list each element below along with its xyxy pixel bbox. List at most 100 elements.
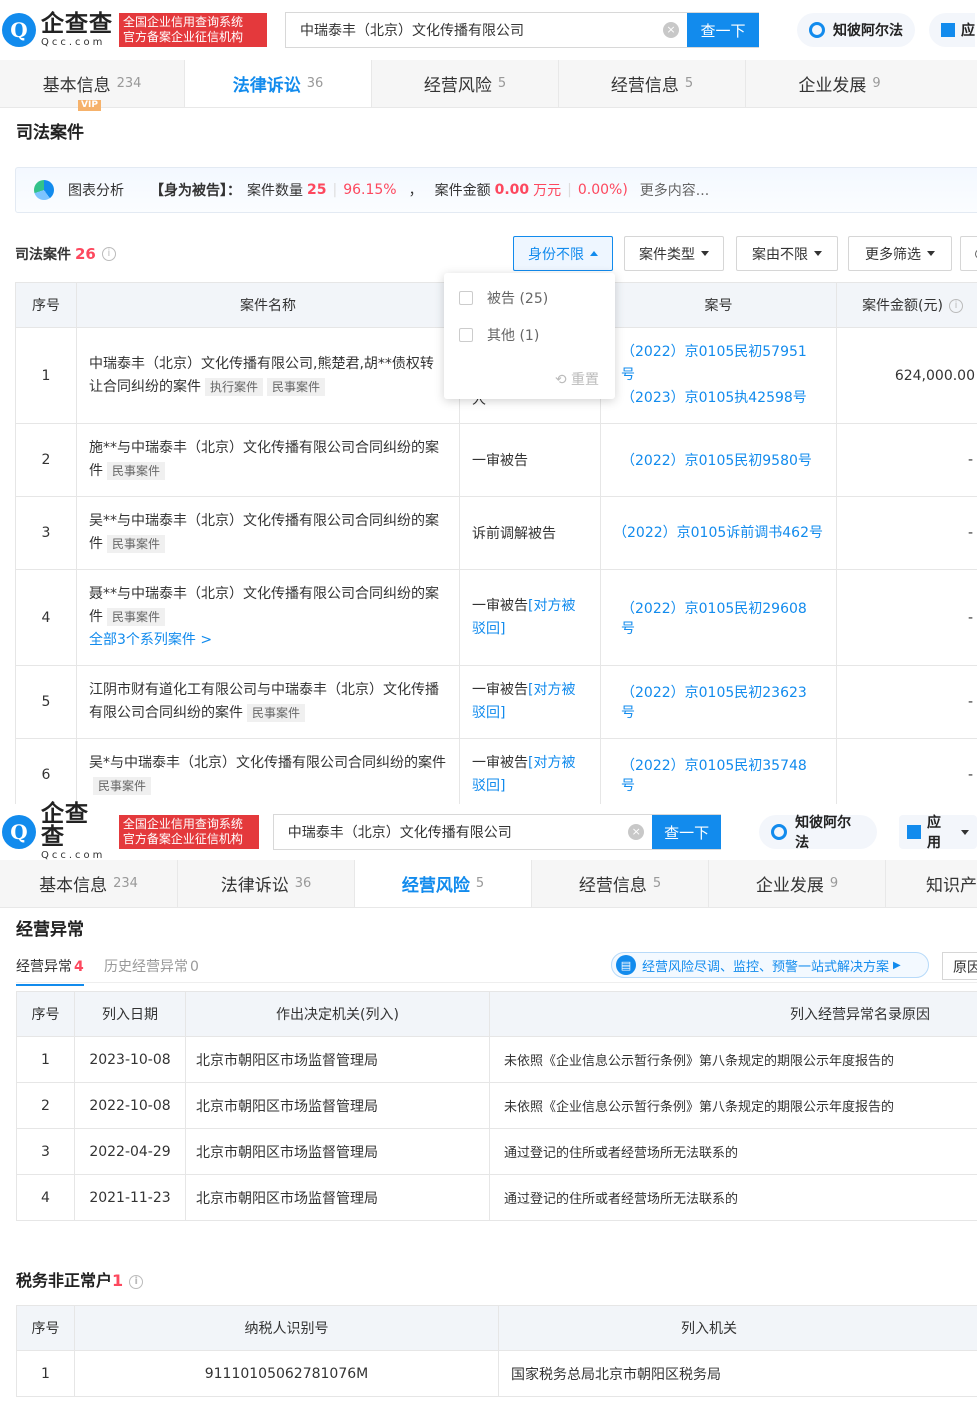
app-label: 应 bbox=[961, 23, 975, 39]
case-name[interactable]: 吴*与中瑞泰丰（北京）文化传播有限公司合同纠纷的案件 bbox=[89, 755, 446, 771]
th-no: 序号 bbox=[16, 991, 75, 1037]
info-icon[interactable]: i bbox=[101, 247, 116, 261]
info-icon[interactable]: i bbox=[949, 299, 963, 313]
role-cell: 一审被告[对方被驳回] bbox=[459, 738, 601, 812]
amount-cell: - bbox=[836, 496, 977, 570]
badge-line2: 官方备案企业征信机构 bbox=[123, 30, 244, 44]
case-tag: 执行案件 bbox=[205, 377, 264, 396]
filter-more[interactable]: 更多筛选 bbox=[848, 236, 952, 271]
tab-risk[interactable]: 经营风险 5 bbox=[355, 860, 532, 907]
tab-development[interactable]: 企业发展 9 bbox=[709, 860, 886, 907]
tab-legal[interactable]: 法律诉讼 36 bbox=[185, 60, 372, 107]
search-input[interactable]: 中瑞泰丰（北京）文化传播有限公司 × bbox=[274, 815, 652, 849]
case-no-link[interactable]: （2022）京0105民初35748号 bbox=[621, 755, 816, 795]
count-value: 25 bbox=[307, 182, 327, 198]
assistant-button[interactable]: 知彼阿尔法 bbox=[797, 13, 915, 47]
case-name-cell[interactable]: 中瑞泰丰（北京）文化传播有限公司,熊楚君,胡**债权转让合同纠纷的案件 执行案件民… bbox=[76, 327, 460, 424]
info-icon[interactable]: i bbox=[129, 1274, 144, 1289]
case-tag: 民事案件 bbox=[107, 608, 166, 626]
amount-cell: - bbox=[836, 423, 977, 497]
alpha-icon bbox=[809, 22, 825, 38]
chart-icon bbox=[34, 180, 54, 200]
tab-development[interactable]: 企业发展 9 bbox=[746, 60, 933, 107]
amount-label: 案件金额 bbox=[434, 183, 491, 199]
role-cell: 一审被告 bbox=[459, 423, 601, 497]
logo-icon: Q bbox=[2, 13, 36, 47]
qcc-logo[interactable]: Q 企查查 Qcc.com 全国企业信用查询系统 官方备案企业征信机构 bbox=[2, 12, 267, 48]
table-row: 2 2022-10-08 北京市朝阳区市场监督管理局 未依照《企业信息公示暂行条例》第… bbox=[16, 1082, 977, 1129]
badge-line1: 全国企业信用查询系统 bbox=[123, 15, 244, 29]
row-no: 4 bbox=[15, 569, 77, 666]
tab-operation[interactable]: 经营信息 5 bbox=[559, 60, 746, 107]
chart-analysis-link[interactable]: 图表分析 bbox=[68, 180, 124, 200]
row-no: 1 bbox=[15, 327, 77, 424]
caret-down-icon bbox=[927, 251, 935, 256]
amount-cell: - bbox=[836, 738, 977, 812]
app-button[interactable]: 应 bbox=[929, 13, 975, 47]
case-name-cell[interactable]: 江阴市财有道化工有限公司与中瑞泰丰（北京）文化传播有限公司合同纠纷的案件 民事案件 bbox=[76, 665, 460, 739]
amount-cell: 624,000.00 bbox=[836, 327, 977, 424]
filter-search[interactable] bbox=[960, 236, 977, 271]
tab-risk[interactable]: 经营风险 5 bbox=[372, 60, 559, 107]
case-no-link[interactable]: （2022）京0105民初57951号 bbox=[621, 341, 816, 387]
checkbox[interactable] bbox=[459, 327, 473, 342]
filter-cause[interactable]: 案由不限 bbox=[736, 236, 838, 271]
role-cell: 一审被告[对方被驳回] bbox=[459, 665, 601, 739]
abnormal-table: 序号 列入日期 作出决定机关(列入) 列入经营异常名录原因 1 2023-10-0… bbox=[16, 991, 977, 1221]
tab-ip[interactable]: 知识产 bbox=[886, 860, 977, 907]
app-button[interactable]: 应用 bbox=[899, 815, 977, 851]
case-no-cell: （2022）京0105民初29608号 bbox=[600, 569, 837, 666]
tab-legal[interactable]: 法律诉讼 36 bbox=[178, 860, 355, 907]
filter-role[interactable]: 身份不限 bbox=[513, 236, 613, 271]
table-row: 3 吴**与中瑞泰丰（北京）文化传播有限公司合同纠纷的案件 民事案件 诉前调解被告… bbox=[15, 496, 977, 570]
th-case-name: 案件名称 bbox=[76, 282, 460, 328]
table-row: 1 91110105062781076M 国家税务总局北京市朝阳区税务局 bbox=[16, 1350, 977, 1397]
main-tabs: 基本信息 234 法律诉讼 36 经营风险 5 经营信息 5 企业发展 9 bbox=[0, 60, 977, 108]
search-button[interactable]: 查一下 bbox=[687, 13, 759, 47]
case-name-cell[interactable]: 聂**与中瑞泰丰（北京）文化传播有限公司合同纠纷的案件 民事案件 全部3个系列案件 … bbox=[76, 569, 460, 666]
option-defendant[interactable]: 被告 (25) bbox=[444, 279, 615, 316]
case-no-link[interactable]: （2022）京0105民初23623号 bbox=[621, 682, 816, 722]
caret-up-icon bbox=[590, 251, 598, 256]
reason-filter[interactable]: 原因 bbox=[942, 952, 977, 980]
document-icon: ▤ bbox=[616, 955, 636, 975]
role-text: 一审被告 bbox=[472, 597, 528, 614]
row-no: 3 bbox=[15, 496, 77, 570]
option-other[interactable]: 其他 (1) bbox=[444, 316, 615, 353]
th-date: 列入日期 bbox=[74, 991, 186, 1037]
checkbox[interactable] bbox=[459, 290, 473, 305]
risk-solution-button[interactable]: ▤ 经营风险尽调、监控、预警一站式解决方案 ▶ bbox=[611, 952, 929, 978]
filter-case-type[interactable]: 案件类型 bbox=[624, 236, 724, 271]
badge-line1: 全国企业信用查询系统 bbox=[122, 817, 243, 831]
reset-button[interactable]: ⟲ 重置 bbox=[555, 369, 599, 389]
clear-icon[interactable]: × bbox=[628, 824, 645, 840]
clear-icon[interactable]: × bbox=[663, 22, 679, 38]
tab-basic-info[interactable]: 基本信息 234 bbox=[0, 860, 178, 907]
case-no-link[interactable]: （2023）京0105执42598号 bbox=[621, 387, 816, 410]
search-value: 中瑞泰丰（北京）文化传播有限公司 bbox=[300, 23, 524, 39]
main-tabs-2: 基本信息 234 法律诉讼 36 经营风险 5 经营信息 5 企业发展 9 知识产 bbox=[0, 860, 977, 908]
more-link[interactable]: 更多内容... bbox=[640, 180, 709, 200]
arrow-right-icon: ▶ bbox=[893, 959, 901, 971]
search-input[interactable]: 中瑞泰丰（北京）文化传播有限公司 × bbox=[286, 13, 687, 47]
search-button[interactable]: 查一下 bbox=[652, 815, 722, 849]
case-name-cell[interactable]: 吴*与中瑞泰丰（北京）文化传播有限公司合同纠纷的案件民事案件 bbox=[76, 738, 460, 812]
table-row: 4 2021-11-23 北京市朝阳区市场监督管理局 通过登记的住所或者经营场所无法联… bbox=[16, 1174, 977, 1221]
case-name-cell[interactable]: 吴**与中瑞泰丰（北京）文化传播有限公司合同纠纷的案件 民事案件 bbox=[76, 496, 460, 570]
table-header: 序号 纳税人识别号 列入机关 bbox=[16, 1305, 977, 1351]
series-cases-link[interactable]: 全部3个系列案件 > bbox=[89, 629, 447, 652]
qcc-logo[interactable]: Q 企查查 Qcc.com 全国企业信用查询系统 官方备案企业征信机构 bbox=[2, 803, 259, 861]
subtab-history[interactable]: 历史经营异常 0 bbox=[104, 956, 199, 976]
tab-operation[interactable]: 经营信息 5 bbox=[532, 860, 709, 907]
role-cell: 诉前调解被告 bbox=[459, 496, 601, 570]
role-text: 一审被告 bbox=[472, 755, 528, 771]
case-name-cell[interactable]: 施**与中瑞泰丰（北京）文化传播有限公司合同纠纷的案件 民事案件 bbox=[76, 423, 460, 497]
assistant-button[interactable]: 知彼阿尔法 bbox=[759, 815, 878, 851]
case-no-link[interactable]: （2022）京0105民初9580号 bbox=[621, 450, 816, 470]
logo-cn: 企查查 bbox=[40, 801, 89, 850]
summary-sep: ， bbox=[408, 183, 423, 199]
section-title-tax: 税务非正常户1 i bbox=[16, 1267, 144, 1291]
case-no-link[interactable]: （2022）京0105诉前调书462号 bbox=[613, 522, 824, 545]
official-badge: 全国企业信用查询系统 官方备案企业征信机构 bbox=[119, 13, 267, 47]
case-no-link[interactable]: （2022）京0105民初29608号 bbox=[621, 598, 816, 638]
